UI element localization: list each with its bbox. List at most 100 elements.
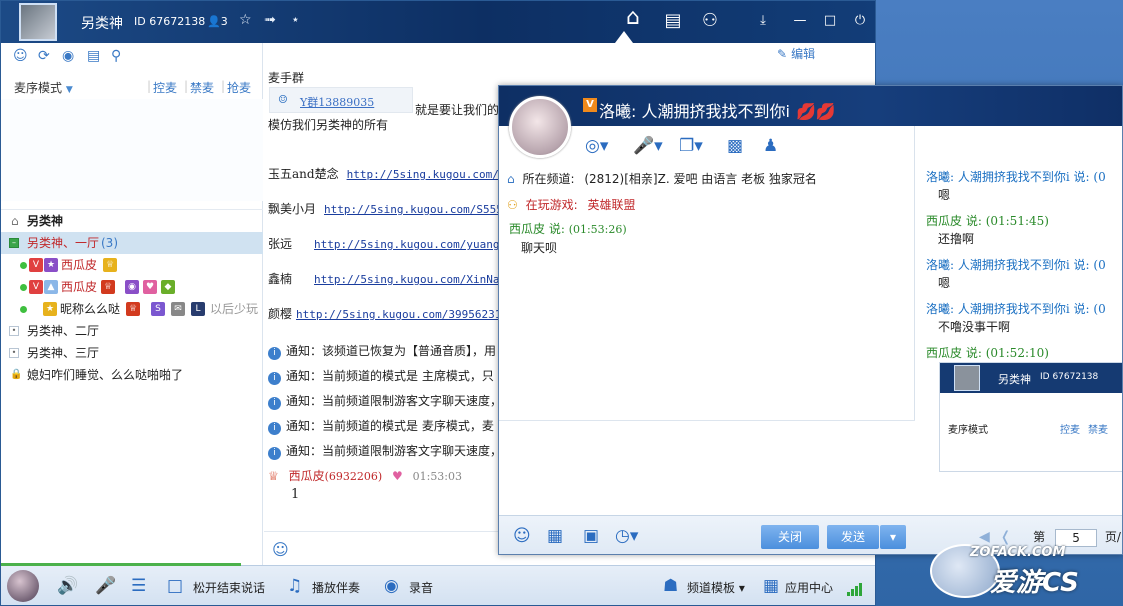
group-tag[interactable]: ☺ Y群13889035 [269, 87, 413, 113]
tree-user-1[interactable]: V ★ 西瓜皮 ♕ [1, 254, 263, 276]
tree-channel-1[interactable]: – 另类神、一厅 (3) [1, 232, 263, 254]
edit-button[interactable]: ✎ 编辑 [777, 45, 819, 62]
tree-channel-2[interactable]: • 另类神、二厅 [1, 320, 263, 342]
expand-icon[interactable]: • [9, 348, 19, 358]
history-header: 洛曦: 人潮拥挤我找不到你i 说: (0 [926, 258, 1106, 272]
star-icon[interactable]: ☆ [239, 12, 252, 28]
record-icon[interactable]: ◉ [384, 576, 399, 596]
online-dot [20, 262, 27, 269]
apps-icon[interactable]: ▦ [763, 576, 779, 596]
power-button[interactable]: ⏻ [850, 11, 870, 31]
group-link[interactable]: Y群13889035 [300, 94, 374, 110]
notes-icon[interactable]: ▤ [87, 48, 100, 64]
notice-line: i 通知：该频道已恢复为【普通音质】，用 [268, 342, 496, 360]
expand-icon[interactable]: • [9, 326, 19, 336]
crown-icon: ♕ [103, 258, 117, 272]
gift-icon: ★ [43, 302, 57, 316]
music-icon[interactable]: ♫ [287, 576, 302, 596]
chat-link[interactable]: http://5sing.kugou.com/yuw [347, 168, 499, 181]
chat-entry: 张远 http://5sing.kugou.com/yuange [268, 235, 499, 252]
collapse-icon[interactable]: – [9, 238, 19, 248]
minimize-button[interactable]: — [790, 11, 810, 31]
mic-mode-select[interactable]: 麦序模式 ▼ [14, 79, 73, 96]
tree-channel-3[interactable]: • 另类神、三厅 [1, 342, 263, 364]
last-message-header: ♕ 西瓜皮(6932206) ♥ 01:53:03 [268, 469, 463, 483]
message-input[interactable] [499, 420, 915, 515]
gamepad-icon[interactable]: ⚇ [698, 10, 722, 32]
checkbox-icon[interactable]: □ [167, 576, 183, 596]
send-options-button[interactable]: ▾ [880, 525, 906, 549]
folder-icon[interactable]: ❐▾ [679, 136, 703, 156]
share-icon[interactable]: ⋆ [291, 12, 300, 28]
self-avatar[interactable] [7, 570, 39, 602]
vip-icon: V [29, 280, 43, 294]
signal-icon [847, 582, 863, 596]
close-button[interactable]: 关闭 [761, 525, 819, 549]
tree-user-3[interactable]: ★ 昵称么么哒 ♕ S ✉ L 以后少玩 [1, 298, 263, 320]
tree-user-2[interactable]: V ▲ 西瓜皮 ♕ ◉ ♥ ◆ [1, 276, 263, 298]
tree-channel-4[interactable]: 🔒 媳妇咋们睡觉、么么哒啪啪了 [1, 364, 263, 386]
image-icon[interactable]: ▣ [583, 526, 599, 546]
chat-link[interactable]: http://5sing.kugou.com/XinNan/ [314, 273, 499, 286]
thumbnail-id: ID 67672138 [1040, 372, 1099, 382]
list-icon[interactable]: ▤ [661, 10, 685, 32]
private-chat-toolbar: ◎▾ 🎤▾ ❐▾ ▩ ♟ [499, 126, 914, 166]
control-mic-link[interactable]: 控麦 [153, 79, 177, 96]
accompany-button[interactable]: 播放伴奏 [312, 579, 360, 596]
camera-icon[interactable]: ◎▾ [585, 136, 608, 156]
vip-icon: V [583, 98, 597, 112]
maximize-button[interactable]: □ [820, 11, 840, 31]
wing-icon[interactable]: ➟ [264, 12, 276, 28]
gift-icon: ★ [44, 258, 58, 272]
game-info: ⚇ 在玩游戏: 英雄联盟 [507, 198, 636, 212]
thumbnail-title-bar: 另类神 ID 67672138 [940, 363, 1122, 393]
record-button[interactable]: 录音 [409, 579, 433, 596]
template-icon[interactable]: ☗ [663, 576, 678, 596]
search-icon[interactable]: ⚲ [111, 48, 121, 64]
mixer-icon[interactable]: ☰ [131, 576, 146, 596]
mail-icon: ✉ [171, 302, 185, 316]
remote-icon[interactable]: ▩ [727, 136, 743, 156]
channel-tree: ⌂ 另类神 – 另类神、一厅 (3) V ★ 西瓜皮 ♕ V ▲ 西瓜皮 ♕ ◉… [1, 209, 263, 386]
message-text: 聊天呗 [521, 241, 558, 255]
thumbnail-link: 控麦 [1060, 425, 1080, 436]
grab-mic-link[interactable]: 抢麦 [227, 79, 251, 96]
speaker-icon[interactable]: 🔊 [57, 576, 78, 596]
contact-card-icon[interactable]: ♟ [763, 136, 778, 156]
microphone-icon[interactable]: 🎤 [95, 576, 116, 596]
chat-entry: 飘美小月http://5sing.kugou.com/S555555 [268, 200, 499, 217]
chat-input[interactable]: ☺ [264, 531, 499, 565]
chat-link[interactable]: http://5sing.kugou.com/yuange [314, 238, 499, 251]
refresh-icon[interactable]: ⟳ [38, 48, 50, 64]
chat-entry: 颜樱 http://5sing.kugou.com/39956231/ [268, 305, 499, 322]
chat-link[interactable]: http://5sing.kugou.com/39956231/ [296, 308, 499, 321]
voice-icon[interactable]: 🎤▾ [633, 136, 663, 156]
user-id: ID 67672138 [134, 15, 206, 28]
tree-root[interactable]: ⌂ 另类神 [1, 210, 263, 232]
chat-entry: 玉五and楚念http://5sing.kugou.com/yuw [268, 165, 499, 182]
tree-label: 西瓜皮 [61, 280, 98, 294]
members-icon[interactable]: ☺ [13, 48, 28, 64]
download-icon[interactable]: ⤓ [753, 11, 773, 31]
history-clock-icon[interactable]: ◷▾ [615, 526, 638, 546]
app-center-button[interactable]: 应用中心 [785, 579, 833, 596]
tree-label: 昵称么么哒 [60, 302, 121, 316]
chat-text: 就是要让我们的 [415, 103, 499, 117]
online-dot [20, 284, 27, 291]
tree-label: 另类神 [27, 214, 64, 228]
channel-template-button[interactable]: 频道模板 ▾ [687, 579, 745, 596]
chat-link[interactable]: http://5sing.kugou.com/S555555 [324, 203, 499, 216]
screenshot-icon[interactable]: ▦ [547, 526, 563, 546]
emoji-icon[interactable]: ☺ [513, 526, 531, 546]
emoji-icon[interactable]: ☺ [272, 540, 289, 559]
release-to-stop-label[interactable]: 松开结束说话 [193, 579, 265, 596]
last-message-text: 1 [291, 487, 300, 502]
gamepad-icon: ⚇ [507, 198, 518, 212]
ban-mic-link[interactable]: 禁麦 [190, 79, 214, 96]
home-icon[interactable]: ⌂ [620, 7, 646, 33]
home-active-indicator [615, 31, 633, 43]
user-avatar[interactable] [19, 3, 57, 41]
location-icon[interactable]: ◉ [62, 48, 74, 64]
history-text: 还撸啊 [938, 232, 975, 246]
send-button[interactable]: 发送 [827, 525, 879, 549]
